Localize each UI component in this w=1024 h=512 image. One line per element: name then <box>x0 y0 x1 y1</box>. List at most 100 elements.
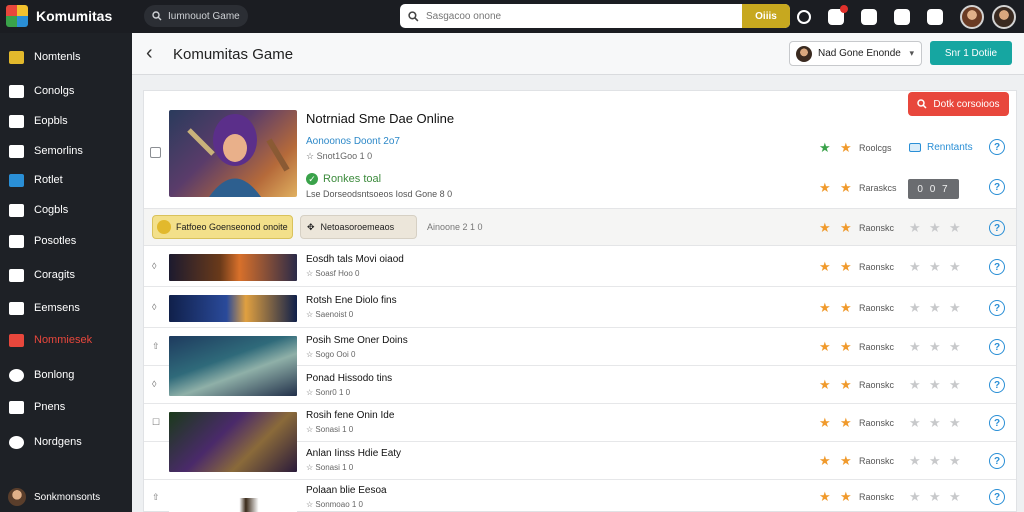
star-empty-icon[interactable]: ★ <box>949 301 961 314</box>
star-empty-icon[interactable]: ★ <box>929 260 941 273</box>
sidebar-item-eopbls[interactable]: Eopbls <box>0 108 132 134</box>
refresh-icon[interactable] <box>797 9 811 24</box>
help-icon[interactable]: ? <box>989 377 1005 393</box>
star-icon[interactable]: ★ <box>819 260 831 273</box>
table-row[interactable]: ◊ Eosdh tals Movi oiaod ☆ Soasf Hoo 0 ★ … <box>144 246 1016 287</box>
game-title[interactable]: Anlan Iinss Hdie Eaty <box>306 448 401 459</box>
table-row[interactable]: ⇧ Polaan blie Eesoa ☆ Sonmoao 1 0 ★ ★ Ra… <box>144 480 1016 512</box>
star-icon[interactable]: ★ <box>819 340 831 353</box>
game-thumbnail[interactable] <box>169 295 297 322</box>
star-icon[interactable]: ★ <box>819 301 831 314</box>
help-icon[interactable]: ? <box>989 179 1005 195</box>
sidebar-item-nomtenls[interactable]: Nomtenls <box>0 44 132 70</box>
filter-chip-primary[interactable]: Fatfoeo Goenseonod onoite <box>152 215 293 239</box>
star-icon[interactable]: ★ <box>819 141 831 154</box>
star-icon[interactable]: ★ <box>840 181 852 194</box>
star-empty-icon[interactable]: ★ <box>929 378 941 391</box>
notifications-icon[interactable] <box>828 4 848 25</box>
star-empty-icon[interactable]: ★ <box>929 221 941 234</box>
sidebar-item-conolgs[interactable]: Conolgs <box>0 78 132 104</box>
star-empty-icon[interactable]: ★ <box>949 454 961 467</box>
star-icon[interactable]: ★ <box>840 378 852 391</box>
featured-checkbox[interactable] <box>150 147 161 158</box>
gamepad-icon[interactable] <box>894 8 910 25</box>
star-icon[interactable]: ★ <box>840 490 852 503</box>
star-empty-icon[interactable]: ★ <box>949 490 961 503</box>
star-icon[interactable]: ★ <box>819 378 831 391</box>
table-row[interactable]: ◊ Ponad Hissodo tins ☆ Sonr0 1 0 ★ ★ Rao… <box>144 366 1016 404</box>
avatar[interactable] <box>960 4 984 29</box>
star-empty-icon[interactable]: ★ <box>909 301 921 314</box>
star-empty-icon[interactable]: ★ <box>929 301 941 314</box>
sidebar-user[interactable]: Sonkmonsonts <box>0 484 132 510</box>
sidebar-item-eemsens[interactable]: Eemsens <box>0 295 132 321</box>
game-title[interactable]: Rosih fene Onin Ide <box>306 410 394 421</box>
sidebar-item-nordgens[interactable]: Nordgens <box>0 429 132 455</box>
community-link[interactable]: Renntants <box>909 142 973 153</box>
featured-game-title[interactable]: Notrniad Sme Dae Online <box>306 111 454 126</box>
sidebar-item-pnens[interactable]: Pnens <box>0 394 132 420</box>
star-icon[interactable]: ★ <box>840 221 852 234</box>
help-icon[interactable]: ? <box>989 339 1005 355</box>
star-icon[interactable]: ★ <box>840 454 852 467</box>
star-empty-icon[interactable]: ★ <box>909 260 921 273</box>
star-empty-icon[interactable]: ★ <box>909 454 921 467</box>
back-arrow-icon[interactable]: ‹ <box>146 43 153 63</box>
top-search-box[interactable]: Iumnouot Game <box>144 5 248 27</box>
star-icon[interactable]: ★ <box>819 454 831 467</box>
sidebar-item-semorlins[interactable]: Semorlins <box>0 138 132 164</box>
table-row[interactable]: ◊ Rotsh Ene Diolo fins ☆ Saenoist 0 ★ ★ … <box>144 287 1016 328</box>
sidebar-item-nommiesek[interactable]: Nommiesek <box>0 327 132 353</box>
table-row[interactable]: ⇧ Posih Sme Oner Doins ☆ Sogo Ooi 0 ★ ★ … <box>144 328 1016 396</box>
help-icon[interactable]: ? <box>989 220 1005 236</box>
help-icon[interactable]: ? <box>989 415 1005 431</box>
star-icon[interactable]: ★ <box>840 340 852 353</box>
game-title[interactable]: Ponad Hissodo tins <box>306 373 392 384</box>
star-empty-icon[interactable]: ★ <box>909 490 921 503</box>
controller-icon[interactable] <box>927 8 943 25</box>
help-icon[interactable]: ? <box>989 259 1005 275</box>
game-title[interactable]: Posih Sme Oner Doins <box>306 335 408 346</box>
help-icon[interactable]: ? <box>989 453 1005 469</box>
help-icon[interactable]: ? <box>989 139 1005 155</box>
star-empty-icon[interactable]: ★ <box>929 416 941 429</box>
star-empty-icon[interactable]: ★ <box>909 221 921 234</box>
table-row[interactable]: Anlan Iinss Hdie Eaty ☆ Sonasi 1 0 ★ ★ R… <box>144 442 1016 480</box>
star-empty-icon[interactable]: ★ <box>909 416 921 429</box>
primary-action-button[interactable]: Snr 1 Dotiie <box>930 41 1012 65</box>
sidebar-item-rotlet[interactable]: Rotlet <box>0 167 132 193</box>
star-icon[interactable]: ★ <box>840 260 852 273</box>
game-select-dropdown[interactable]: Nad Gone Enonde ▾ <box>789 41 922 66</box>
star-empty-icon[interactable]: ★ <box>949 416 961 429</box>
star-empty-icon[interactable]: ★ <box>909 340 921 353</box>
help-icon[interactable]: ? <box>989 300 1005 316</box>
filter-chip-secondary[interactable]: ✥ Netoasoroemeaos <box>300 215 417 239</box>
star-empty-icon[interactable]: ★ <box>949 221 961 234</box>
featured-game-image[interactable] <box>169 110 297 197</box>
avatar-secondary[interactable] <box>992 4 1016 29</box>
help-icon[interactable]: ? <box>989 489 1005 505</box>
star-icon[interactable]: ★ <box>819 416 831 429</box>
game-thumbnail[interactable] <box>169 254 297 281</box>
star-empty-icon[interactable]: ★ <box>929 454 941 467</box>
star-empty-icon[interactable]: ★ <box>949 378 961 391</box>
featured-game-subtitle[interactable]: Aonoonos Doont 2o7 <box>306 136 400 147</box>
star-icon[interactable]: ★ <box>819 490 831 503</box>
star-empty-icon[interactable]: ★ <box>949 340 961 353</box>
main-search-input[interactable] <box>426 10 742 22</box>
brand[interactable]: Komumitas <box>6 4 112 28</box>
sidebar-item-bonlong[interactable]: Bonlong <box>0 362 132 388</box>
search-submit-button[interactable]: Oiiis <box>742 4 790 28</box>
star-icon[interactable]: ★ <box>840 416 852 429</box>
star-empty-icon[interactable]: ★ <box>949 260 961 273</box>
sidebar-item-coragits[interactable]: Coragits <box>0 262 132 288</box>
sidebar-item-cogbls[interactable]: Cogbls <box>0 197 132 223</box>
star-empty-icon[interactable]: ★ <box>929 340 941 353</box>
game-title[interactable]: Rotsh Ene Diolo fins <box>306 295 397 306</box>
game-title[interactable]: Eosdh tals Movi oiaod <box>306 254 404 265</box>
sidebar-item-posotles[interactable]: Posotles <box>0 228 132 254</box>
red-action-button[interactable]: Dotk corsoioos <box>908 92 1009 116</box>
star-icon[interactable]: ★ <box>819 221 831 234</box>
table-row[interactable]: ☐ Rosih fene Onin Ide ☆ Sonasi 1 0 ★ ★ R… <box>144 404 1016 472</box>
game-title[interactable]: Polaan blie Eesoa <box>306 485 387 496</box>
